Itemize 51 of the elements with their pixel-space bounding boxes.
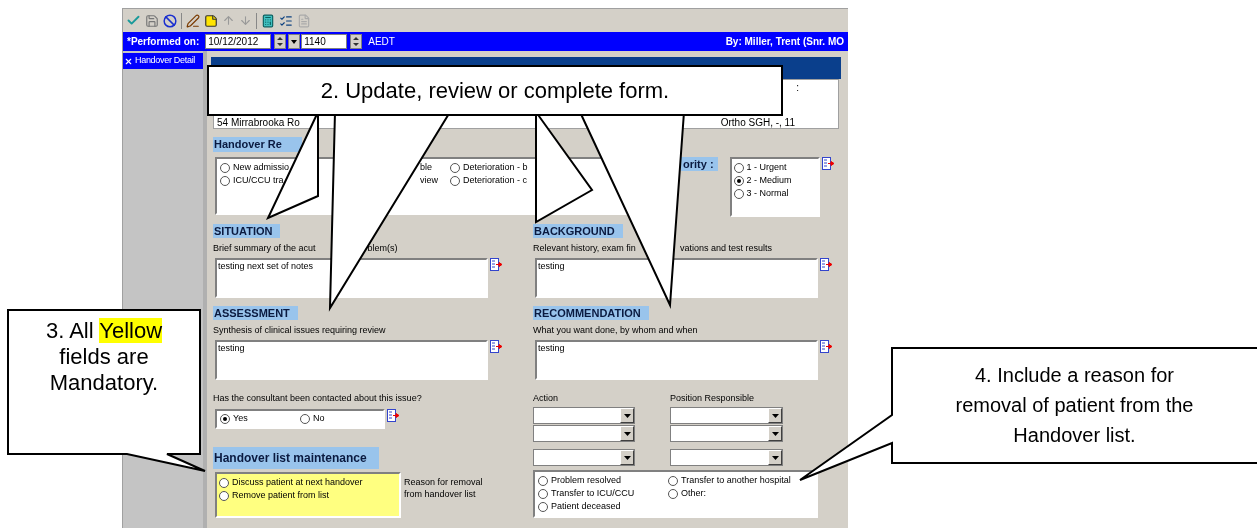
radio-label: No	[313, 412, 325, 426]
performed-label: *Performed on:	[127, 35, 200, 49]
timezone-label: AEDT	[368, 35, 395, 49]
field-description: What you want done, by whom and when	[533, 324, 698, 336]
section-heading: ASSESSMENT	[213, 306, 298, 320]
field-description: vations and test results	[679, 242, 772, 254]
field-description: blem(s)	[367, 242, 398, 254]
radio-label: Patient deceased	[551, 499, 621, 513]
radio-label: Transfer to ICU/CCU	[551, 486, 635, 500]
action-label: Action	[533, 392, 559, 404]
callout-text: 4. Include a reason for removal of patient from the Handover list.	[954, 363, 1195, 448]
patient-address: 54 Mirrabrooka Ro	[217, 117, 300, 128]
notes-field[interactable]: testing	[535, 340, 818, 380]
nav-item[interactable]: Handover Detail	[123, 53, 203, 69]
section-heading: ority :	[681, 157, 718, 171]
radio-label: view	[420, 173, 438, 187]
patient-location: Ortho SGH, -, 11	[720, 117, 795, 128]
radio-label: Deterioration - b	[463, 160, 528, 174]
position-label: Position Responsible	[670, 392, 755, 404]
radio-label: 3 - Normal	[746, 186, 789, 200]
patient-label: :	[796, 82, 799, 93]
radio-label: ICU/CCU tra	[233, 173, 284, 187]
radio-label: Remove patient from list	[232, 488, 330, 502]
radio-label: 1 - Urgent	[746, 160, 787, 174]
notes-field[interactable]: testing next set of notes	[215, 258, 488, 298]
radio-label: Yes	[233, 412, 248, 426]
section-heading: Handover Re	[213, 137, 302, 152]
radio-label: 2 - Medium	[746, 173, 792, 187]
time-field[interactable]: 1140	[301, 34, 348, 49]
radio-label: New admissio	[233, 160, 290, 174]
section-heading: RECOMMENDATION	[533, 306, 649, 320]
radio-label: Deterioration - c	[463, 173, 528, 187]
radio-label: Discuss patient at next handover	[232, 475, 363, 489]
field-description: Relevant history, exam fin	[533, 242, 636, 254]
date-field[interactable]: 10/12/2012	[205, 34, 272, 49]
radio-label: ble	[420, 160, 432, 174]
callout-text: 3. All Yellow fields are Mandatory.	[44, 318, 164, 396]
radio-label: Transfer to another hospital	[681, 473, 791, 487]
radio-label: Other:	[681, 486, 706, 500]
section-heading: BACKGROUND	[533, 224, 623, 238]
section-heading: SITUATION	[213, 224, 281, 238]
radio-label: Problem resolved	[551, 473, 622, 487]
field-description: Synthesis of clinical issues requiring review	[213, 324, 386, 336]
consultant-question: Has the consultant been contacted about this issue?	[213, 392, 423, 404]
callout-text: 2. Update, review or complete form.	[319, 77, 671, 105]
section-heading: Handover list maintenance	[213, 447, 379, 469]
removal-reason-label: Reason for removal from handover list	[404, 476, 484, 500]
notes-field[interactable]: testing	[215, 340, 488, 380]
notes-field[interactable]: testing	[535, 258, 818, 298]
author-label: By: Miller, Trent (Snr. MO	[725, 35, 844, 49]
field-description: Brief summary of the acut	[213, 242, 316, 254]
